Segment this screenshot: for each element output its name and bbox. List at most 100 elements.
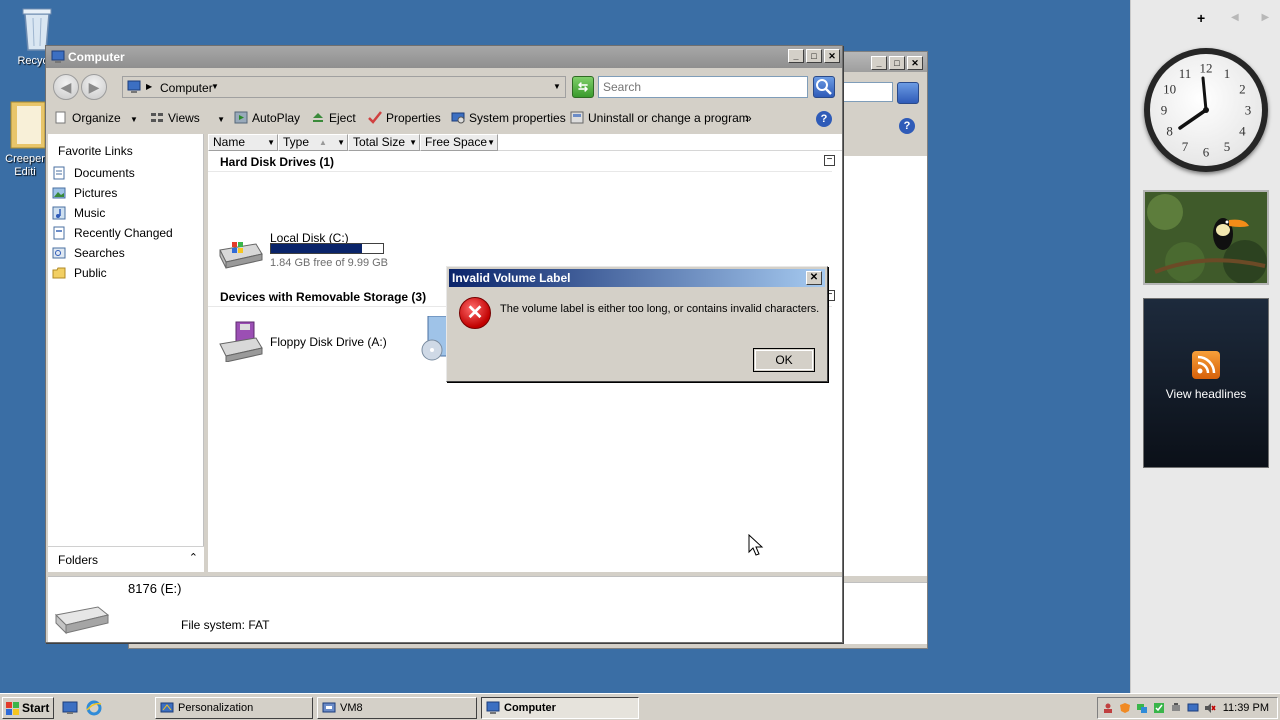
slideshow-gadget[interactable] <box>1143 190 1269 285</box>
pictures-icon <box>52 187 66 199</box>
dropdown-arrow-icon: ▼ <box>267 138 275 147</box>
taskbar-button-vm8[interactable]: VM8 <box>317 697 477 719</box>
properties-check-icon <box>368 111 382 124</box>
system-properties-button[interactable]: System properties <box>451 111 566 125</box>
column-label: Type <box>283 135 310 149</box>
drive-floppy[interactable]: Floppy Disk Drive (A:) <box>212 317 402 365</box>
eject-button[interactable]: Eject <box>311 111 356 125</box>
personalization-icon <box>160 702 174 713</box>
breadcrumb-arrow-icon[interactable]: ▶ <box>146 82 152 91</box>
column-header-name[interactable]: Name ▼ <box>208 134 278 151</box>
favorite-label: Searches <box>74 246 125 260</box>
removable-drive-icon <box>54 606 110 635</box>
close-button[interactable]: ✕ <box>824 49 840 63</box>
favorite-link-recently-changed[interactable]: Recently Changed <box>52 226 173 244</box>
feed-headlines-gadget[interactable]: View headlines <box>1143 298 1269 468</box>
clock-time[interactable]: 11:39 PM <box>1223 702 1269 714</box>
dialog-titlebar[interactable]: Invalid Volume Label ✕ <box>449 269 825 287</box>
users-tray-icon[interactable] <box>1102 702 1114 714</box>
add-gadget-icon[interactable]: + <box>1197 10 1205 26</box>
clock-numeral: 5 <box>1224 139 1231 154</box>
background-search-button[interactable] <box>897 82 919 104</box>
favorite-link-searches[interactable]: Searches <box>52 246 125 264</box>
drive-name: Floppy Disk Drive (A:) <box>270 335 387 349</box>
uninstall-program-button[interactable]: Uninstall or change a program <box>570 111 749 125</box>
minimize-button[interactable]: _ <box>788 49 804 63</box>
window-titlebar[interactable]: Computer _ □ ✕ <box>46 46 842 68</box>
usb-tray-icon[interactable] <box>1170 702 1182 714</box>
cd-drive-icon[interactable] <box>418 315 449 364</box>
sidebar-nav-arrows[interactable]: ◀ ▶ <box>1231 12 1279 23</box>
folder-icon <box>10 101 46 149</box>
properties-button[interactable]: Properties <box>368 111 441 125</box>
breadcrumb-dropdown-icon[interactable]: ▼ <box>211 82 219 91</box>
taskbar-button-computer[interactable]: Computer <box>481 697 639 719</box>
toolbar-overflow-button[interactable]: » <box>745 111 752 125</box>
clock-gadget[interactable]: 12 1 2 3 4 5 6 7 8 9 10 11 <box>1144 48 1268 172</box>
organize-button[interactable]: Organize ▼ <box>54 111 138 125</box>
organize-icon <box>55 111 66 124</box>
collapse-group-button[interactable]: − <box>824 155 835 166</box>
dialog-title: Invalid Volume Label <box>452 271 571 285</box>
address-history-dropdown-icon[interactable]: ▼ <box>553 82 561 91</box>
search-button[interactable] <box>813 76 835 98</box>
ok-button[interactable]: OK <box>753 348 815 372</box>
maximize-button[interactable]: □ <box>889 56 905 70</box>
group-header-removable[interactable]: Devices with Removable Storage (3) <box>220 290 426 304</box>
clock-numeral: 11 <box>1179 66 1192 81</box>
toucan-photo-icon <box>1145 192 1267 283</box>
favorite-link-music[interactable]: Music <box>52 206 105 224</box>
close-button[interactable]: ✕ <box>907 56 923 70</box>
documents-icon <box>53 166 65 180</box>
drive-local-disk[interactable]: Local Disk (C:) <box>212 228 402 280</box>
favorite-link-documents[interactable]: Documents <box>52 166 135 184</box>
refresh-button[interactable]: ⇆ <box>572 76 594 98</box>
security-tray-icon[interactable] <box>1119 702 1131 714</box>
start-button[interactable]: Start <box>2 697 54 719</box>
address-bar[interactable]: ▶ Computer ▼ ▼ <box>122 76 566 98</box>
help-icon[interactable]: ? <box>816 111 832 127</box>
views-button[interactable]: Views ▼ <box>150 111 225 125</box>
start-label: Start <box>22 701 50 715</box>
view-headlines-label[interactable]: View headlines <box>1144 387 1268 401</box>
clock-numeral: 9 <box>1161 103 1168 118</box>
dialog-close-button[interactable]: ✕ <box>806 271 822 285</box>
maximize-button[interactable]: □ <box>806 49 822 63</box>
favorite-link-public[interactable]: Public <box>52 266 107 284</box>
favorite-label: Pictures <box>74 186 118 200</box>
desktop-icon-creeper[interactable]: Creeper Editi <box>0 100 50 179</box>
forward-button[interactable]: ▶ <box>81 74 107 100</box>
group-header-hard-disk[interactable]: Hard Disk Drives (1) <box>220 155 334 169</box>
details-file-system: File system: FAT <box>181 618 270 632</box>
column-header-type[interactable]: Type ▲ ▼ <box>278 134 348 151</box>
back-button[interactable]: ◀ <box>53 74 79 100</box>
favorite-label: Public <box>74 266 107 280</box>
volume-muted-icon[interactable] <box>1204 702 1216 714</box>
display-tray-icon[interactable] <box>1187 702 1199 714</box>
searches-icon <box>52 247 66 259</box>
column-label: Total Size <box>353 135 406 149</box>
folders-toggle[interactable]: Folders ⌃ <box>48 546 204 572</box>
minimize-button[interactable]: _ <box>871 56 887 70</box>
show-desktop-icon[interactable] <box>62 701 78 715</box>
background-search-field[interactable] <box>843 82 893 102</box>
update-tray-icon[interactable] <box>1153 702 1165 714</box>
background-help-icon[interactable]: ? <box>899 118 915 134</box>
invalid-volume-label-dialog[interactable]: Invalid Volume Label ✕ ✕ The volume labe… <box>446 266 828 382</box>
clock-numeral: 6 <box>1203 145 1210 160</box>
internet-explorer-icon[interactable] <box>86 700 102 716</box>
column-header-free-space[interactable]: Free Space ▼ <box>420 134 498 151</box>
autoplay-button[interactable]: AutoPlay <box>234 111 300 125</box>
favorite-link-pictures[interactable]: Pictures <box>52 186 117 204</box>
search-input[interactable] <box>599 77 807 97</box>
system-properties-label: System properties <box>469 111 566 125</box>
taskbar-button-personalization[interactable]: Personalization <box>155 697 313 719</box>
taskbar-button-label: VM8 <box>340 702 363 714</box>
windows-sidebar: + ◀ ▶ 12 1 2 3 4 5 6 7 8 9 10 11 View he… <box>1130 0 1280 693</box>
taskbar: Start Personalization VM8 Computer 11:39… <box>0 693 1280 720</box>
hard-drive-icon <box>219 242 263 269</box>
column-header-total-size[interactable]: Total Size ▼ <box>348 134 420 151</box>
network-tray-icon[interactable] <box>1136 702 1148 714</box>
search-field[interactable] <box>598 76 808 98</box>
background-details <box>843 582 927 644</box>
